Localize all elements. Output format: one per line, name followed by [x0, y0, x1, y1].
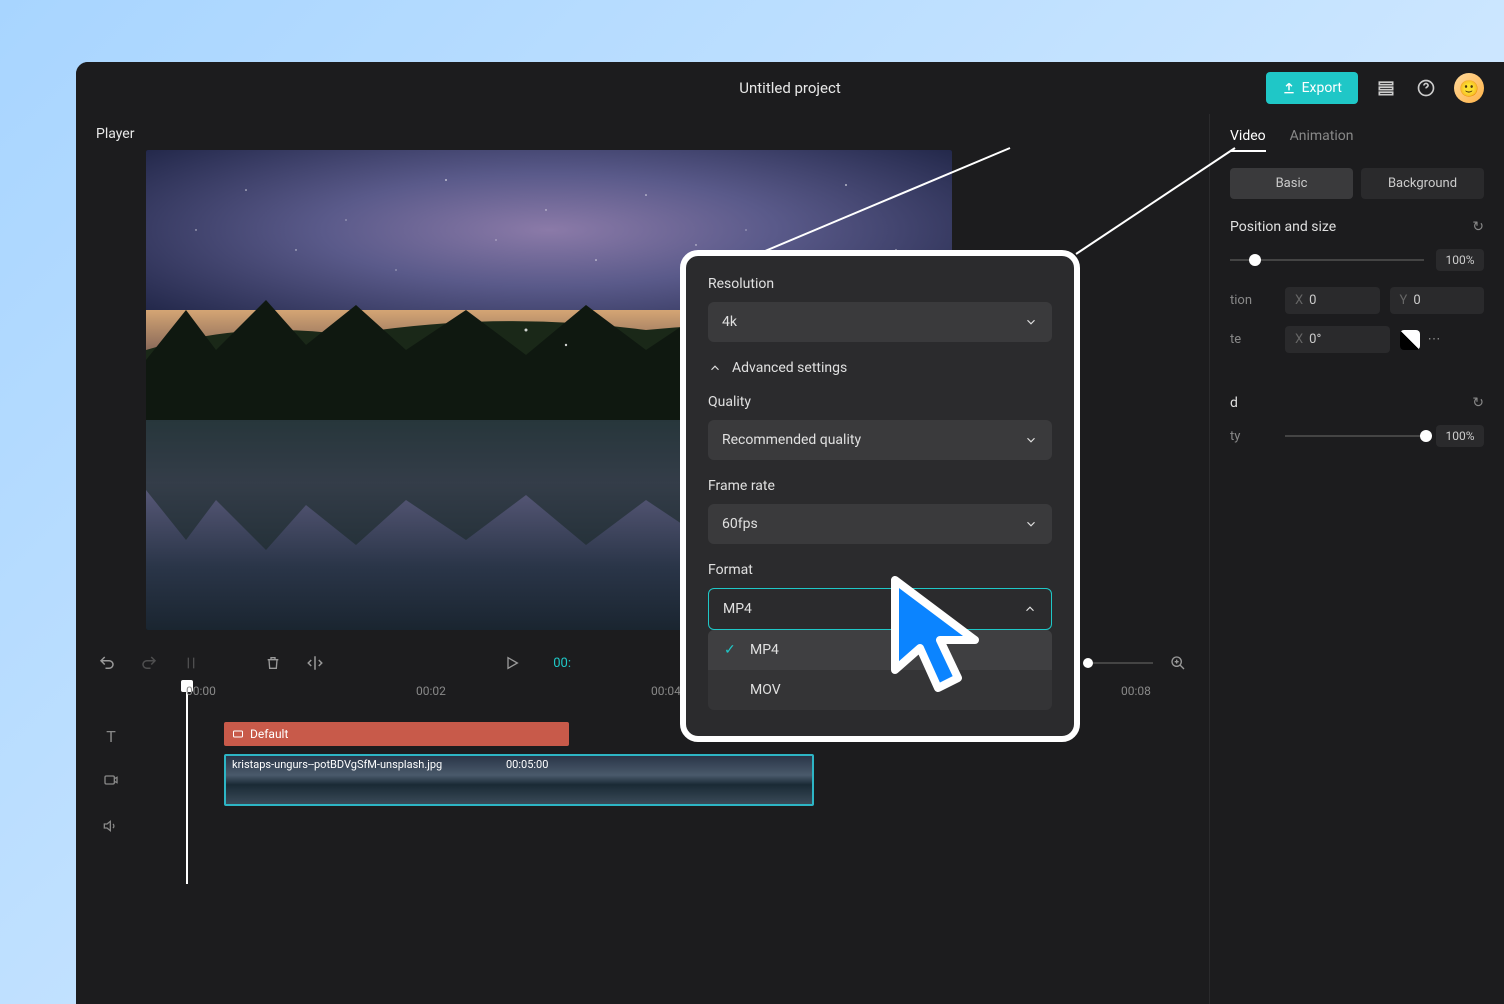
- audio-track-icon[interactable]: [96, 818, 126, 838]
- player-label: Player: [96, 126, 1189, 142]
- rotate-x-input[interactable]: X0°: [1285, 326, 1390, 353]
- chevron-up-icon: [708, 361, 722, 375]
- scale-slider[interactable]: [1230, 259, 1424, 261]
- section-blend: d: [1230, 395, 1238, 411]
- position-y-input[interactable]: Y0: [1390, 287, 1485, 314]
- opacity-label: ty: [1230, 429, 1275, 444]
- inspector-panel: Video Animation Basic Background Positio…: [1209, 114, 1504, 1004]
- advanced-settings-toggle[interactable]: Advanced settings: [708, 360, 1052, 376]
- zoom-in-icon[interactable]: [1167, 652, 1189, 674]
- chevron-down-icon: [1024, 315, 1038, 329]
- opacity-value: 100%: [1436, 425, 1484, 447]
- scale-value: 100%: [1436, 249, 1484, 271]
- caption-clip[interactable]: Default: [224, 722, 569, 746]
- video-clip[interactable]: kristaps-ungurs--potBDVgSfM-unsplash.jpg…: [224, 754, 814, 806]
- project-title: Untitled project: [739, 79, 840, 97]
- time-display: 00:: [553, 656, 571, 671]
- titlebar: Untitled project Export 🙂: [76, 62, 1504, 114]
- clip-filename: kristaps-ungurs--potBDVgSfM-unsplash.jpg: [232, 758, 442, 771]
- export-button[interactable]: Export: [1266, 72, 1358, 104]
- section-position-size: Position and size: [1230, 219, 1336, 235]
- split-icon[interactable]: [180, 652, 202, 674]
- chevron-down-icon: [1024, 517, 1038, 531]
- text-track-icon[interactable]: T: [96, 727, 126, 746]
- position-label: tion: [1230, 293, 1275, 308]
- export-button-label: Export: [1302, 80, 1342, 96]
- ruler-tick: 00:04: [651, 684, 681, 698]
- chevron-up-icon: [1023, 602, 1037, 616]
- zoom-slider[interactable]: [1083, 662, 1153, 664]
- redo-icon[interactable]: [138, 652, 160, 674]
- play-icon[interactable]: [501, 652, 523, 674]
- ruler-tick: 00:02: [416, 684, 446, 698]
- upload-icon: [1282, 81, 1296, 95]
- clip-duration: 00:05:00: [506, 758, 548, 771]
- rotate-label: te: [1230, 332, 1275, 347]
- reset-icon[interactable]: ↻: [1472, 395, 1484, 411]
- position-x-input[interactable]: X0: [1285, 287, 1380, 314]
- queue-icon[interactable]: [1374, 76, 1398, 100]
- tab-video[interactable]: Video: [1230, 128, 1266, 152]
- undo-icon[interactable]: [96, 652, 118, 674]
- subtab-basic[interactable]: Basic: [1230, 168, 1353, 199]
- framerate-select[interactable]: 60fps: [708, 504, 1052, 544]
- ruler-tick: 00:00: [186, 684, 216, 698]
- rotate-swatch[interactable]: [1400, 330, 1420, 350]
- user-avatar[interactable]: 🙂: [1454, 73, 1484, 103]
- reset-icon[interactable]: ↻: [1472, 219, 1484, 235]
- mirror-icon[interactable]: [304, 652, 326, 674]
- caption-label: Default: [250, 727, 288, 741]
- resolution-select[interactable]: 4k: [708, 302, 1052, 342]
- quality-label: Quality: [708, 394, 1052, 410]
- delete-icon[interactable]: [262, 652, 284, 674]
- caption-icon: [232, 728, 244, 740]
- subtab-background[interactable]: Background: [1361, 168, 1484, 199]
- framerate-label: Frame rate: [708, 478, 1052, 494]
- cursor-icon: [880, 570, 990, 700]
- opacity-slider[interactable]: [1285, 435, 1426, 437]
- chevron-down-icon: [1024, 433, 1038, 447]
- tab-animation[interactable]: Animation: [1290, 128, 1354, 152]
- help-icon[interactable]: [1414, 76, 1438, 100]
- quality-select[interactable]: Recommended quality: [708, 420, 1052, 460]
- video-track-icon[interactable]: [96, 772, 126, 792]
- ruler-tick: 00:08: [1121, 684, 1151, 698]
- resolution-label: Resolution: [708, 276, 1052, 292]
